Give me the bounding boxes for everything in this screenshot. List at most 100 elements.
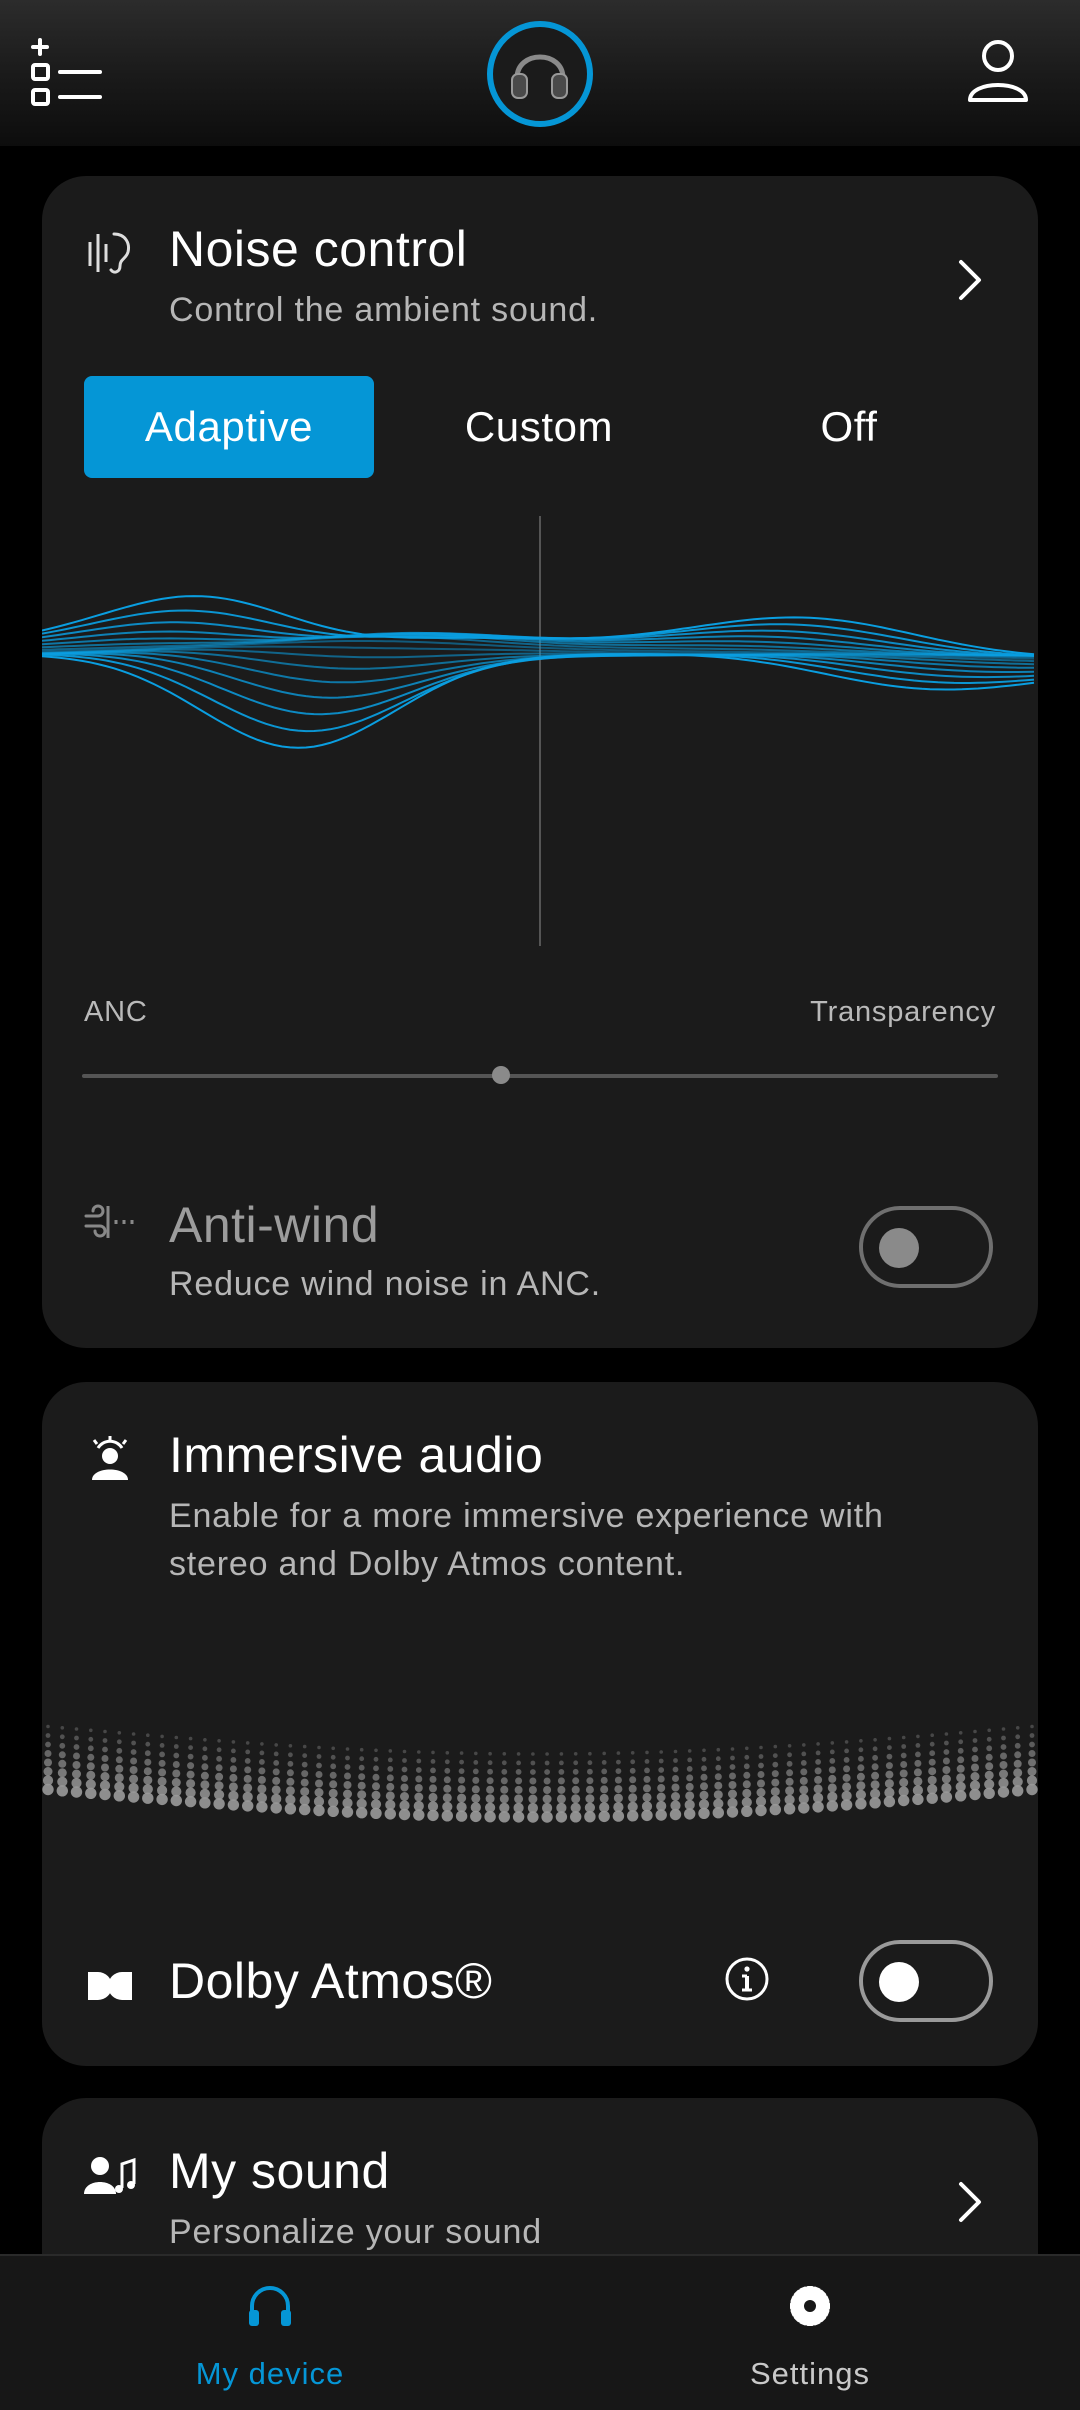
noise-slider-handle[interactable] <box>492 1066 510 1084</box>
immersive-dot <box>829 1749 835 1755</box>
immersive-dot <box>714 1781 723 1790</box>
noise-slider[interactable] <box>82 1074 998 1078</box>
immersive-dot <box>485 1794 495 1804</box>
immersive-dot <box>102 1738 108 1743</box>
immersive-dot <box>543 1777 551 1785</box>
immersive-dot <box>598 1810 610 1823</box>
info-icon[interactable] <box>724 1956 770 2002</box>
immersive-dot <box>885 1762 893 1770</box>
mode-adaptive-button[interactable]: Adaptive <box>84 376 374 478</box>
immersive-dot <box>915 1751 921 1758</box>
immersive-dot <box>1015 1726 1020 1730</box>
immersive-dot <box>757 1779 765 1788</box>
immersive-dot <box>830 1741 835 1745</box>
immersive-dot <box>942 1757 950 1765</box>
immersive-dot <box>684 1808 696 1820</box>
immersive-dot <box>401 1775 408 1782</box>
immersive-dot <box>245 1741 250 1745</box>
immersive-dot <box>559 1752 564 1756</box>
add-list-icon[interactable] <box>30 38 106 110</box>
immersive-dot <box>1012 1785 1024 1797</box>
immersive-dot <box>759 1745 763 1750</box>
immersive-dot <box>802 1743 806 1747</box>
headphones-avatar-icon[interactable] <box>486 20 594 128</box>
immersive-dot <box>957 1756 965 1764</box>
immersive-dot <box>855 1798 867 1810</box>
immersive-dot <box>229 1765 237 1773</box>
immersive-dot <box>370 1807 382 1819</box>
transparency-label: Transparency <box>810 996 996 1028</box>
immersive-dot <box>913 1776 923 1786</box>
immersive-dot <box>272 1776 281 1785</box>
immersive-dot <box>685 1791 695 1801</box>
my-sound-title: My sound <box>169 2143 390 2199</box>
immersive-dot <box>686 1766 693 1772</box>
mode-off-button[interactable]: Off <box>704 376 994 478</box>
immersive-dot <box>170 1794 182 1807</box>
dolby-atmos-toggle[interactable] <box>859 1940 993 2022</box>
person-music-icon <box>84 2157 136 2194</box>
immersive-audio-subtitle-1: Enable for a more immersive experience w… <box>169 1497 884 1535</box>
immersive-dot <box>259 1759 265 1765</box>
nav-my-device[interactable]: My device <box>0 2256 540 2410</box>
immersive-dot <box>843 1765 851 1773</box>
immersive-dot <box>528 1786 537 1794</box>
mode-custom-button[interactable]: Custom <box>394 376 684 478</box>
immersive-dot <box>698 1807 710 1819</box>
immersive-dot <box>512 1811 525 1823</box>
immersive-dot <box>601 1760 607 1765</box>
immersive-dot <box>969 1788 981 1801</box>
immersive-dot <box>786 1769 794 1777</box>
immersive-dot <box>402 1758 407 1763</box>
user-icon[interactable] <box>966 38 1030 104</box>
immersive-dot <box>756 1788 766 1797</box>
nav-settings[interactable]: Settings <box>540 2256 1080 2410</box>
immersive-dot <box>612 1810 625 1822</box>
anti-wind-toggle[interactable] <box>859 1206 993 1288</box>
immersive-dot <box>871 1763 879 1771</box>
immersive-dot <box>398 1808 411 1821</box>
immersive-dot <box>457 1785 466 1794</box>
immersive-dot <box>314 1788 324 1797</box>
immersive-dot <box>801 1751 807 1757</box>
immersive-dot <box>130 1749 137 1755</box>
immersive-dot <box>286 1769 294 1777</box>
anti-wind-title: Anti-wind <box>169 1197 380 1253</box>
immersive-dot <box>557 1785 566 1794</box>
immersive-dot <box>158 1759 166 1767</box>
immersive-dot <box>587 1768 593 1775</box>
immersive-dot <box>430 1767 436 1774</box>
immersive-dot <box>815 1759 821 1765</box>
immersive-dot <box>160 1734 164 1739</box>
immersive-dot <box>501 1760 507 1766</box>
immersive-dot <box>45 1741 51 1748</box>
chevron-right-icon[interactable] <box>955 258 985 302</box>
immersive-dot <box>172 1761 180 1768</box>
immersive-dot <box>270 1802 282 1814</box>
anti-wind-subtitle: Reduce wind noise in ANC. <box>169 1265 602 1303</box>
immersive-dot <box>184 1795 197 1808</box>
chevron-right-icon[interactable] <box>955 2180 985 2224</box>
immersive-dot <box>57 1768 67 1778</box>
immersive-dot <box>415 1767 422 1773</box>
immersive-dot <box>114 1773 124 1783</box>
immersive-dot <box>627 1810 639 1822</box>
anc-label: ANC <box>84 996 148 1028</box>
immersive-dot <box>671 1783 680 1792</box>
immersive-dot <box>384 1808 396 1820</box>
immersive-dot <box>388 1749 393 1753</box>
dolby-icon <box>88 1972 132 2000</box>
gear-icon <box>790 2286 830 2326</box>
immersive-dot <box>956 1764 965 1773</box>
immersive-dot <box>459 1751 464 1755</box>
immersive-dot <box>457 1793 467 1803</box>
immersive-dot <box>1014 1742 1021 1749</box>
bottom-navigation: My device Settings <box>0 2254 1080 2410</box>
immersive-dot <box>986 1736 992 1742</box>
immersive-dot <box>827 1783 837 1793</box>
immersive-dot <box>527 1811 539 1823</box>
immersive-dot <box>99 1788 111 1801</box>
immersive-dot <box>356 1807 368 1819</box>
immersive-dot <box>1028 1750 1036 1757</box>
immersive-dot <box>644 1759 650 1764</box>
